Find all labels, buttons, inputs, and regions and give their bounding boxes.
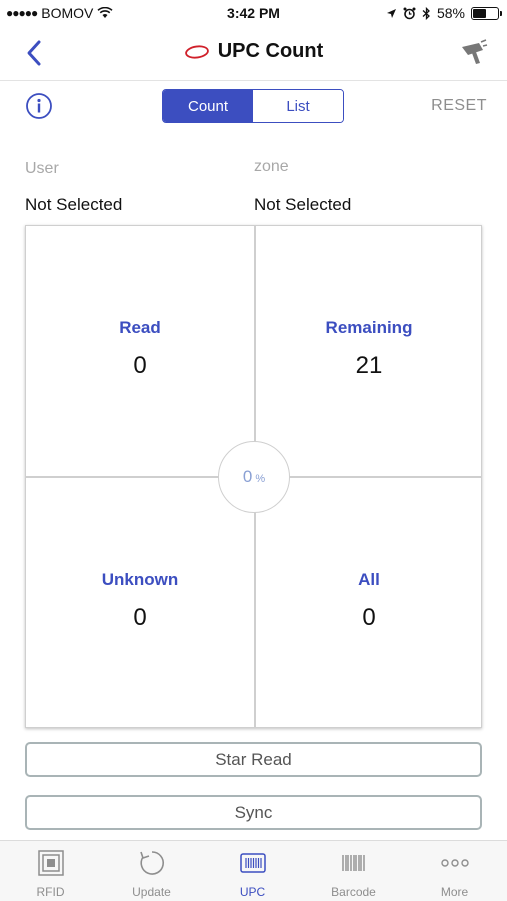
tab-barcode[interactable]: Barcode xyxy=(303,841,404,901)
view-segmented-control: Count List xyxy=(162,89,344,123)
all-count: 0 xyxy=(362,604,376,631)
all-cell: All 0 xyxy=(255,570,483,632)
user-label: User xyxy=(25,160,59,177)
unknown-count: 0 xyxy=(133,604,147,631)
tab-rfid[interactable]: RFID xyxy=(0,841,101,901)
remaining-count: 21 xyxy=(355,352,383,379)
barcode-icon xyxy=(341,855,365,871)
sync-button[interactable]: Sync xyxy=(25,795,482,830)
tab-update[interactable]: Update xyxy=(101,841,202,901)
tab-rfid-label: RFID xyxy=(36,885,65,899)
tab-more-label: More xyxy=(440,885,469,899)
remaining-label: Remaining xyxy=(325,318,413,337)
tab-bar: RFID Update UPC Barcode More xyxy=(0,840,507,901)
zone-value[interactable]: Not Selected xyxy=(254,195,351,215)
reset-button[interactable]: RESET xyxy=(431,97,487,115)
rfid-icon xyxy=(37,850,64,876)
tab-barcode-label: Barcode xyxy=(331,885,376,899)
progress-percent-symbol: % xyxy=(255,472,266,485)
read-label: Read xyxy=(119,318,161,337)
status-bar: ●●●●● BOMOV 3:42 PM 58% xyxy=(0,0,507,28)
progress-percent-circle: 0 % xyxy=(218,441,290,513)
page-title-text: UPC Count xyxy=(217,40,324,62)
progress-percent-value: 0 xyxy=(242,467,253,486)
tab-update-label: Update xyxy=(132,885,171,899)
tab-upc[interactable]: UPC xyxy=(202,841,303,901)
scanner-icon[interactable] xyxy=(459,38,489,68)
update-icon xyxy=(139,851,164,875)
read-count: 0 xyxy=(133,352,147,379)
location-arrow-icon xyxy=(386,8,396,18)
user-value[interactable]: Not Selected xyxy=(25,195,122,215)
unknown-cell: Unknown 0 xyxy=(26,570,254,632)
alarm-icon xyxy=(403,7,416,19)
battery-percent: 58% xyxy=(436,5,465,21)
upc-icon xyxy=(239,853,266,873)
page-title: UPC Count xyxy=(0,40,507,63)
bluetooth-icon xyxy=(422,6,430,20)
brand-logo-icon xyxy=(184,44,209,59)
count-grid: Read 0 Remaining 21 Unknown 0 All 0 0 % xyxy=(25,225,482,728)
unknown-label: Unknown xyxy=(101,570,179,589)
star-read-button[interactable]: Star Read xyxy=(25,742,482,777)
more-icon xyxy=(440,859,469,867)
info-icon[interactable] xyxy=(25,92,53,120)
navigation-bar: UPC Count xyxy=(0,28,507,81)
segment-count[interactable]: Count xyxy=(163,90,253,122)
segment-list[interactable]: List xyxy=(253,90,343,122)
all-label: All xyxy=(358,570,380,589)
tab-more[interactable]: More xyxy=(404,841,505,901)
remaining-cell: Remaining 21 xyxy=(255,318,483,380)
read-cell: Read 0 xyxy=(26,318,254,380)
zone-label: zone xyxy=(254,158,289,175)
battery-icon xyxy=(471,6,502,20)
status-right: 58% xyxy=(386,5,502,21)
tab-upc-label: UPC xyxy=(239,885,266,899)
